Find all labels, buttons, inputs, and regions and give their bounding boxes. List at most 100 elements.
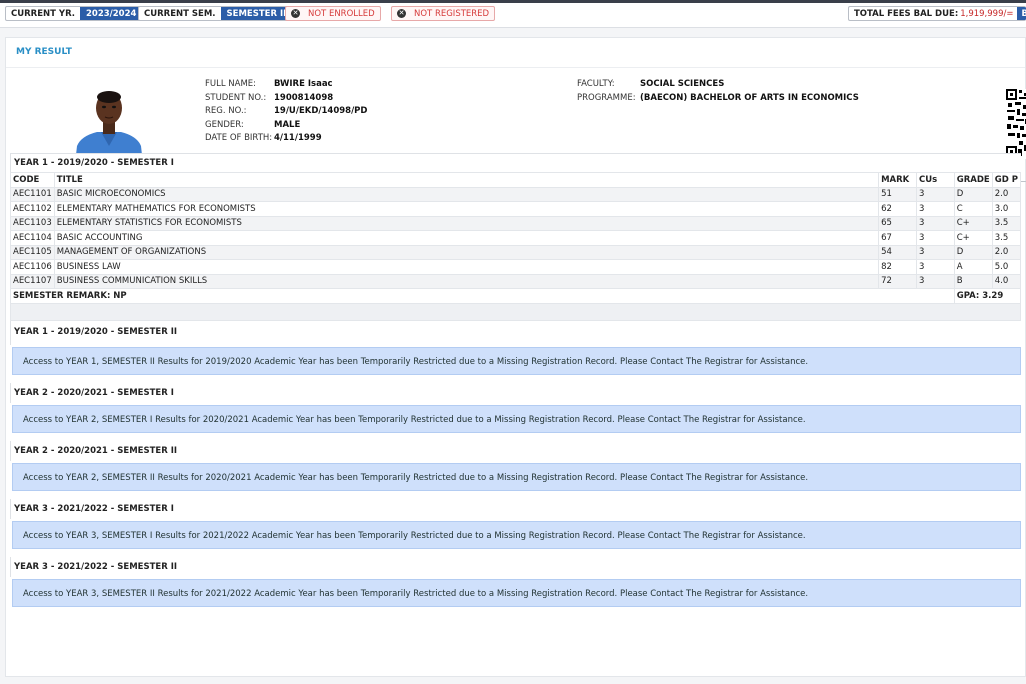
course-cus: 3: [916, 201, 955, 217]
current-semester-value: SEMESTER II: [220, 7, 293, 20]
course-grade: D: [953, 244, 993, 260]
student-no-label: STUDENT NO.:: [205, 92, 267, 103]
fees-balance-chip: TOTAL FEES BAL DUE: 1,919,999/= BAL: [848, 6, 1026, 21]
enrollment-status-badge[interactable]: ✕ NOT ENROLLED: [285, 6, 381, 21]
course-title: BASIC ACCOUNTING: [53, 230, 880, 246]
course-cus: 3: [916, 230, 955, 246]
course-grade-point: 4.0: [991, 273, 1022, 289]
course-code: AEC1107: [10, 273, 55, 289]
course-mark: 51: [878, 186, 917, 202]
current-year-label: CURRENT YR.: [11, 8, 75, 19]
results-section: YEAR 1 - 2019/2020 - SEMESTER I CODE TIT…: [10, 153, 1022, 607]
course-title: BASIC MICROECONOMICS: [53, 186, 880, 202]
course-grade: A: [953, 259, 993, 275]
course-grade: B: [953, 273, 993, 289]
course-mark: 72: [878, 273, 917, 289]
column-header-code: CODE: [10, 172, 55, 188]
semester-heading: YEAR 1 - 2019/2020 - SEMESTER II: [10, 320, 1021, 345]
balance-button[interactable]: BAL: [1017, 7, 1026, 20]
table-row: AEC1106 BUSINESS LAW 82 3 A 5.0: [10, 259, 1022, 275]
semester-gpa: GPA: 3.29: [953, 288, 1022, 304]
gender-label: GENDER:: [205, 119, 244, 130]
results-table: CODE TITLE MARK CUs GRADE GD P AEC1101 B…: [10, 172, 1022, 304]
column-header-cus: CUs: [916, 172, 955, 188]
reg-no-label: REG. NO.:: [205, 106, 247, 116]
registration-status-text: NOT REGISTERED: [414, 8, 490, 19]
restricted-results-alert: Access to YEAR 1, SEMESTER II Results fo…: [12, 346, 1021, 375]
course-mark: 67: [878, 230, 917, 246]
table-footer-spacer: [10, 303, 1021, 321]
faculty-label: FACULTY:: [577, 79, 615, 89]
status-bar: CURRENT YR. 2023/2024 CURRENT SEM. SEMES…: [0, 3, 1026, 28]
dob-label: DATE OF BIRTH:: [205, 133, 273, 143]
course-cus: 3: [916, 215, 955, 231]
course-grade: C+: [953, 215, 993, 231]
course-code: AEC1101: [10, 186, 55, 202]
table-row: AEC1103 ELEMENTARY STATISTICS FOR ECONOM…: [10, 215, 1022, 231]
registration-status-badge[interactable]: ✕ NOT REGISTERED: [391, 6, 496, 21]
course-title: MANAGEMENT OF ORGANIZATIONS: [53, 244, 880, 260]
programme-value: (BAECON) BACHELOR OF ARTS IN ECONOMICS: [640, 92, 859, 103]
restricted-results-alert: Access to YEAR 2, SEMESTER I Results for…: [12, 404, 1021, 433]
course-cus: 3: [916, 273, 955, 289]
course-cus: 3: [916, 186, 955, 202]
course-grade: C: [953, 201, 993, 217]
column-header-grade: GRADE: [953, 172, 993, 188]
current-year-chip: CURRENT YR. 2023/2024: [5, 6, 144, 21]
fees-balance-label: TOTAL FEES BAL DUE:: [854, 8, 959, 19]
dob-value: 4/11/1999: [274, 133, 322, 143]
course-grade-point: 3.0: [991, 201, 1022, 217]
column-header-title: TITLE: [53, 172, 880, 188]
course-code: AEC1104: [10, 230, 55, 246]
full-name-value: BWIRE Isaac: [274, 79, 333, 89]
table-row: AEC1107 BUSINESS COMMUNICATION SKILLS 72…: [10, 273, 1022, 289]
course-cus: 3: [916, 259, 955, 275]
course-code: AEC1102: [10, 201, 55, 217]
course-grade-point: 5.0: [991, 259, 1022, 275]
semester-heading: YEAR 2 - 2020/2021 - SEMESTER II: [10, 440, 1021, 461]
restricted-results-alert: Access to YEAR 2, SEMESTER II Results fo…: [12, 462, 1021, 491]
reg-no-value: 19/U/EKD/14098/PD: [274, 106, 368, 116]
gender-value: MALE: [274, 119, 301, 130]
table-row: AEC1105 MANAGEMENT OF ORGANIZATIONS 54 3…: [10, 244, 1022, 260]
course-grade-point: 2.0: [991, 186, 1022, 202]
course-mark: 82: [878, 259, 917, 275]
course-mark: 62: [878, 201, 917, 217]
course-code: AEC1105: [10, 244, 55, 260]
table-row: AEC1102 ELEMENTARY MATHEMATICS FOR ECONO…: [10, 201, 1022, 217]
semester-summary-row: SEMESTER REMARK: NP GPA: 3.29: [10, 288, 1022, 304]
faculty-value: SOCIAL SCIENCES: [640, 79, 725, 89]
semester-heading: YEAR 1 - 2019/2020 - SEMESTER I: [10, 153, 1021, 172]
course-title: BUSINESS COMMUNICATION SKILLS: [53, 273, 880, 289]
course-title: BUSINESS LAW: [53, 259, 880, 275]
qr-code-icon: [1006, 89, 1026, 159]
full-name-label: FULL NAME:: [205, 79, 257, 89]
semester-heading: YEAR 3 - 2021/2022 - SEMESTER II: [10, 556, 1021, 577]
student-no-value: 1900814098: [274, 92, 334, 103]
course-grade-point: 3.5: [991, 230, 1022, 246]
semester-heading: YEAR 2 - 2020/2021 - SEMESTER I: [10, 382, 1021, 403]
column-header-grade-point: GD P: [991, 172, 1022, 188]
student-info-left: FULL NAME: BWIRE Isaac STUDENT NO.: 190081…: [205, 78, 367, 146]
fees-balance-value: 1,919,999/=: [960, 8, 1014, 19]
course-grade: C+: [953, 230, 993, 246]
enrollment-status-text: NOT ENROLLED: [308, 8, 375, 19]
table-row: AEC1101 BASIC MICROECONOMICS 51 3 D 2.0: [10, 186, 1022, 202]
close-circle-icon: ✕: [397, 9, 406, 18]
course-code: AEC1106: [10, 259, 55, 275]
current-semester-label: CURRENT SEM.: [144, 8, 216, 19]
table-row: AEC1104 BASIC ACCOUNTING 67 3 C+ 3.5: [10, 230, 1022, 246]
course-mark: 54: [878, 244, 917, 260]
student-info-right: FACULTY: SOCIAL SCIENCES PROGRAMME: (BAECO…: [577, 78, 859, 105]
semester-heading: YEAR 3 - 2021/2022 - SEMESTER I: [10, 498, 1021, 519]
table-header-row: CODE TITLE MARK CUs GRADE GD P: [10, 172, 1022, 188]
course-grade: D: [953, 186, 993, 202]
current-semester-chip: CURRENT SEM. SEMESTER II: [138, 6, 294, 21]
restricted-results-alert: Access to YEAR 3, SEMESTER I Results for…: [12, 520, 1021, 549]
course-title: ELEMENTARY STATISTICS FOR ECONOMISTS: [53, 215, 880, 231]
course-mark: 65: [878, 215, 917, 231]
current-year-value: 2023/2024: [80, 7, 143, 20]
course-title: ELEMENTARY MATHEMATICS FOR ECONOMISTS: [53, 201, 880, 217]
semester-remark: SEMESTER REMARK: NP: [10, 288, 955, 304]
course-grade-point: 3.5: [991, 215, 1022, 231]
